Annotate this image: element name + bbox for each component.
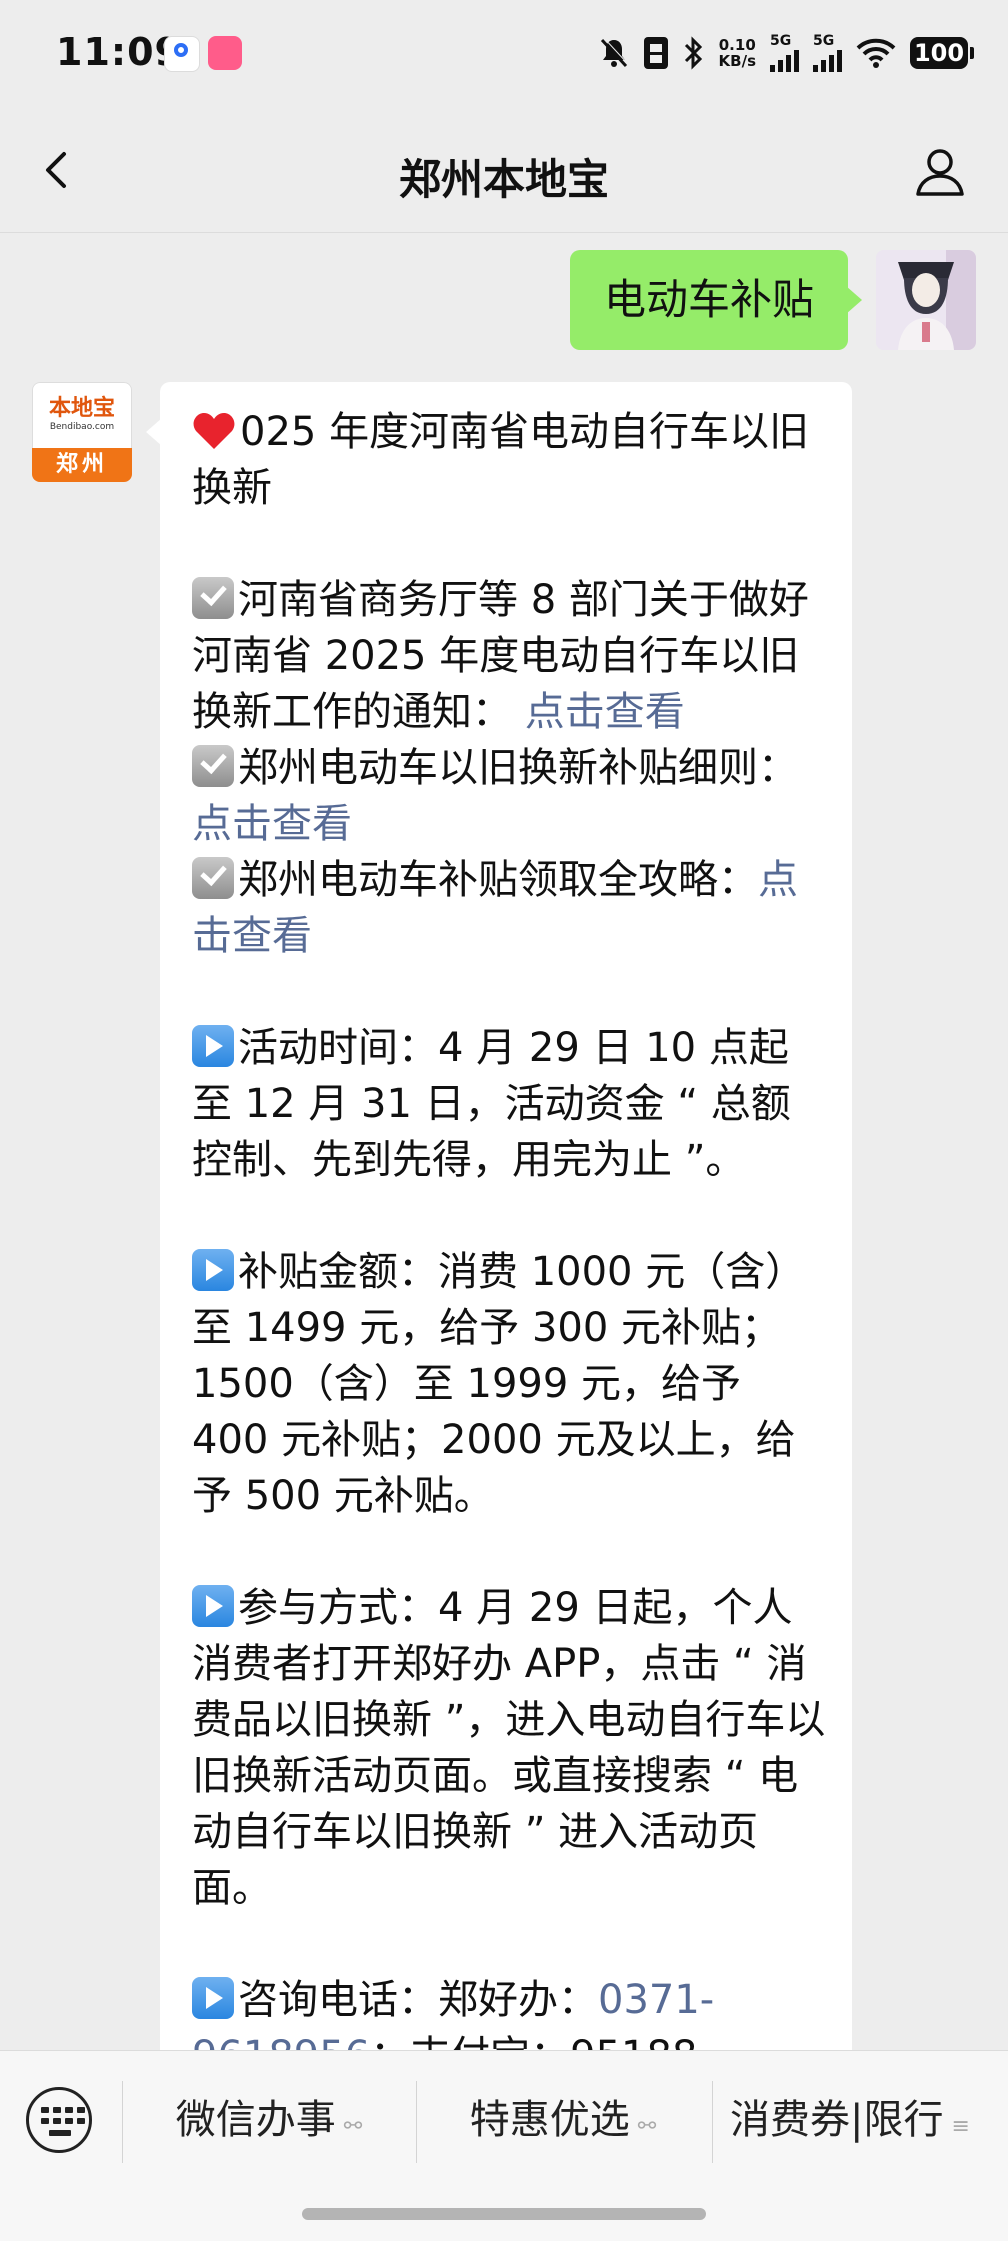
checkbox-icon (192, 857, 234, 899)
avatar-city: 郑州 (32, 448, 132, 482)
chat-title: 郑州本地宝 (398, 155, 609, 204)
received-message-bubble: 025 年度河南省电动自行车以旧换新 河南省商务厅等 8 部门关于做好河南省 2… (146, 382, 852, 2084)
menu-item-special-offers[interactable]: 特惠优选 ⚯ (416, 2081, 710, 2159)
bot-avatar[interactable]: 本地宝 Bendibao.com 郑州 (32, 382, 132, 482)
network-speed: 0.10 KB/s (718, 36, 756, 70)
link-icon: ⚯ (637, 2114, 657, 2139)
play-button-icon (192, 1585, 234, 1627)
my-avatar[interactable] (876, 250, 976, 350)
checkbox-icon (192, 577, 234, 619)
play-button-icon (192, 1977, 234, 2019)
rules-line: 郑州电动车以旧换新补贴细则：点击查看 (192, 745, 798, 847)
avatar-logo-text: 本地宝 (48, 396, 115, 421)
sim-card-icon (643, 36, 669, 70)
notification-app-icon (164, 36, 200, 72)
subsidy-amount-line: 补贴金额：消费 1000 元（含）至 1499 元，给予 300 元补贴；150… (192, 1249, 806, 1519)
submenu-icon: ≡ (951, 2114, 970, 2139)
view-link[interactable]: 点击查看 (192, 801, 352, 847)
guide-line: 郑州电动车补贴领取全攻略：点击查看 (192, 857, 798, 959)
menu-item-coupons[interactable]: 消费券|限行 ≡ (712, 2081, 992, 2159)
home-indicator[interactable] (302, 2208, 706, 2220)
play-button-icon (192, 1249, 234, 1291)
nav-bar: 郑州本地宝 (0, 108, 1008, 233)
status-bar: 11:09 0.10 KB/s 5G 5G 100 (0, 0, 1008, 108)
wifi-icon (856, 37, 896, 69)
activity-time-line: 活动时间：4 月 29 日 10 点起至 12 月 31 日，活动资金 “ 总额… (192, 1025, 791, 1183)
menu-item-wechat-services[interactable]: 微信办事 ⚯ (122, 2081, 416, 2159)
battery-indicator: 100 (910, 37, 974, 69)
checkbox-icon (192, 745, 234, 787)
notice-line: 河南省商务厅等 8 部门关于做好河南省 2025 年度电动自行车以旧换新工作的通… (192, 577, 809, 735)
view-link[interactable]: 点击查看 (525, 689, 685, 735)
notification-app-icon-2 (208, 36, 242, 70)
status-icons: 0.10 KB/s 5G 5G 100 (599, 34, 974, 72)
keyboard-icon[interactable] (26, 2087, 92, 2153)
heart-icon (192, 410, 236, 450)
bluetooth-icon (683, 36, 705, 70)
link-icon: ⚯ (343, 2114, 363, 2139)
message-title-line: 025 年度河南省电动自行车以旧换新 (192, 409, 810, 511)
sent-message-bubble[interactable]: 电动车补贴 (569, 250, 863, 350)
play-button-icon (192, 1025, 234, 1067)
participation-line: 参与方式：4 月 29 日起，个人消费者打开郑好办 APP，点击 “ 消费品以旧… (192, 1585, 826, 1911)
signal-strength-1: 5G (770, 34, 799, 72)
avatar-url-text: Bendibao.com (49, 422, 115, 432)
mute-bell-icon (599, 37, 629, 69)
message-text: 025 年度河南省电动自行车以旧换新 河南省商务厅等 8 部门关于做好河南省 2… (192, 404, 826, 2084)
signal-strength-2: 5G (813, 34, 842, 72)
user-profile-icon[interactable] (912, 144, 968, 200)
